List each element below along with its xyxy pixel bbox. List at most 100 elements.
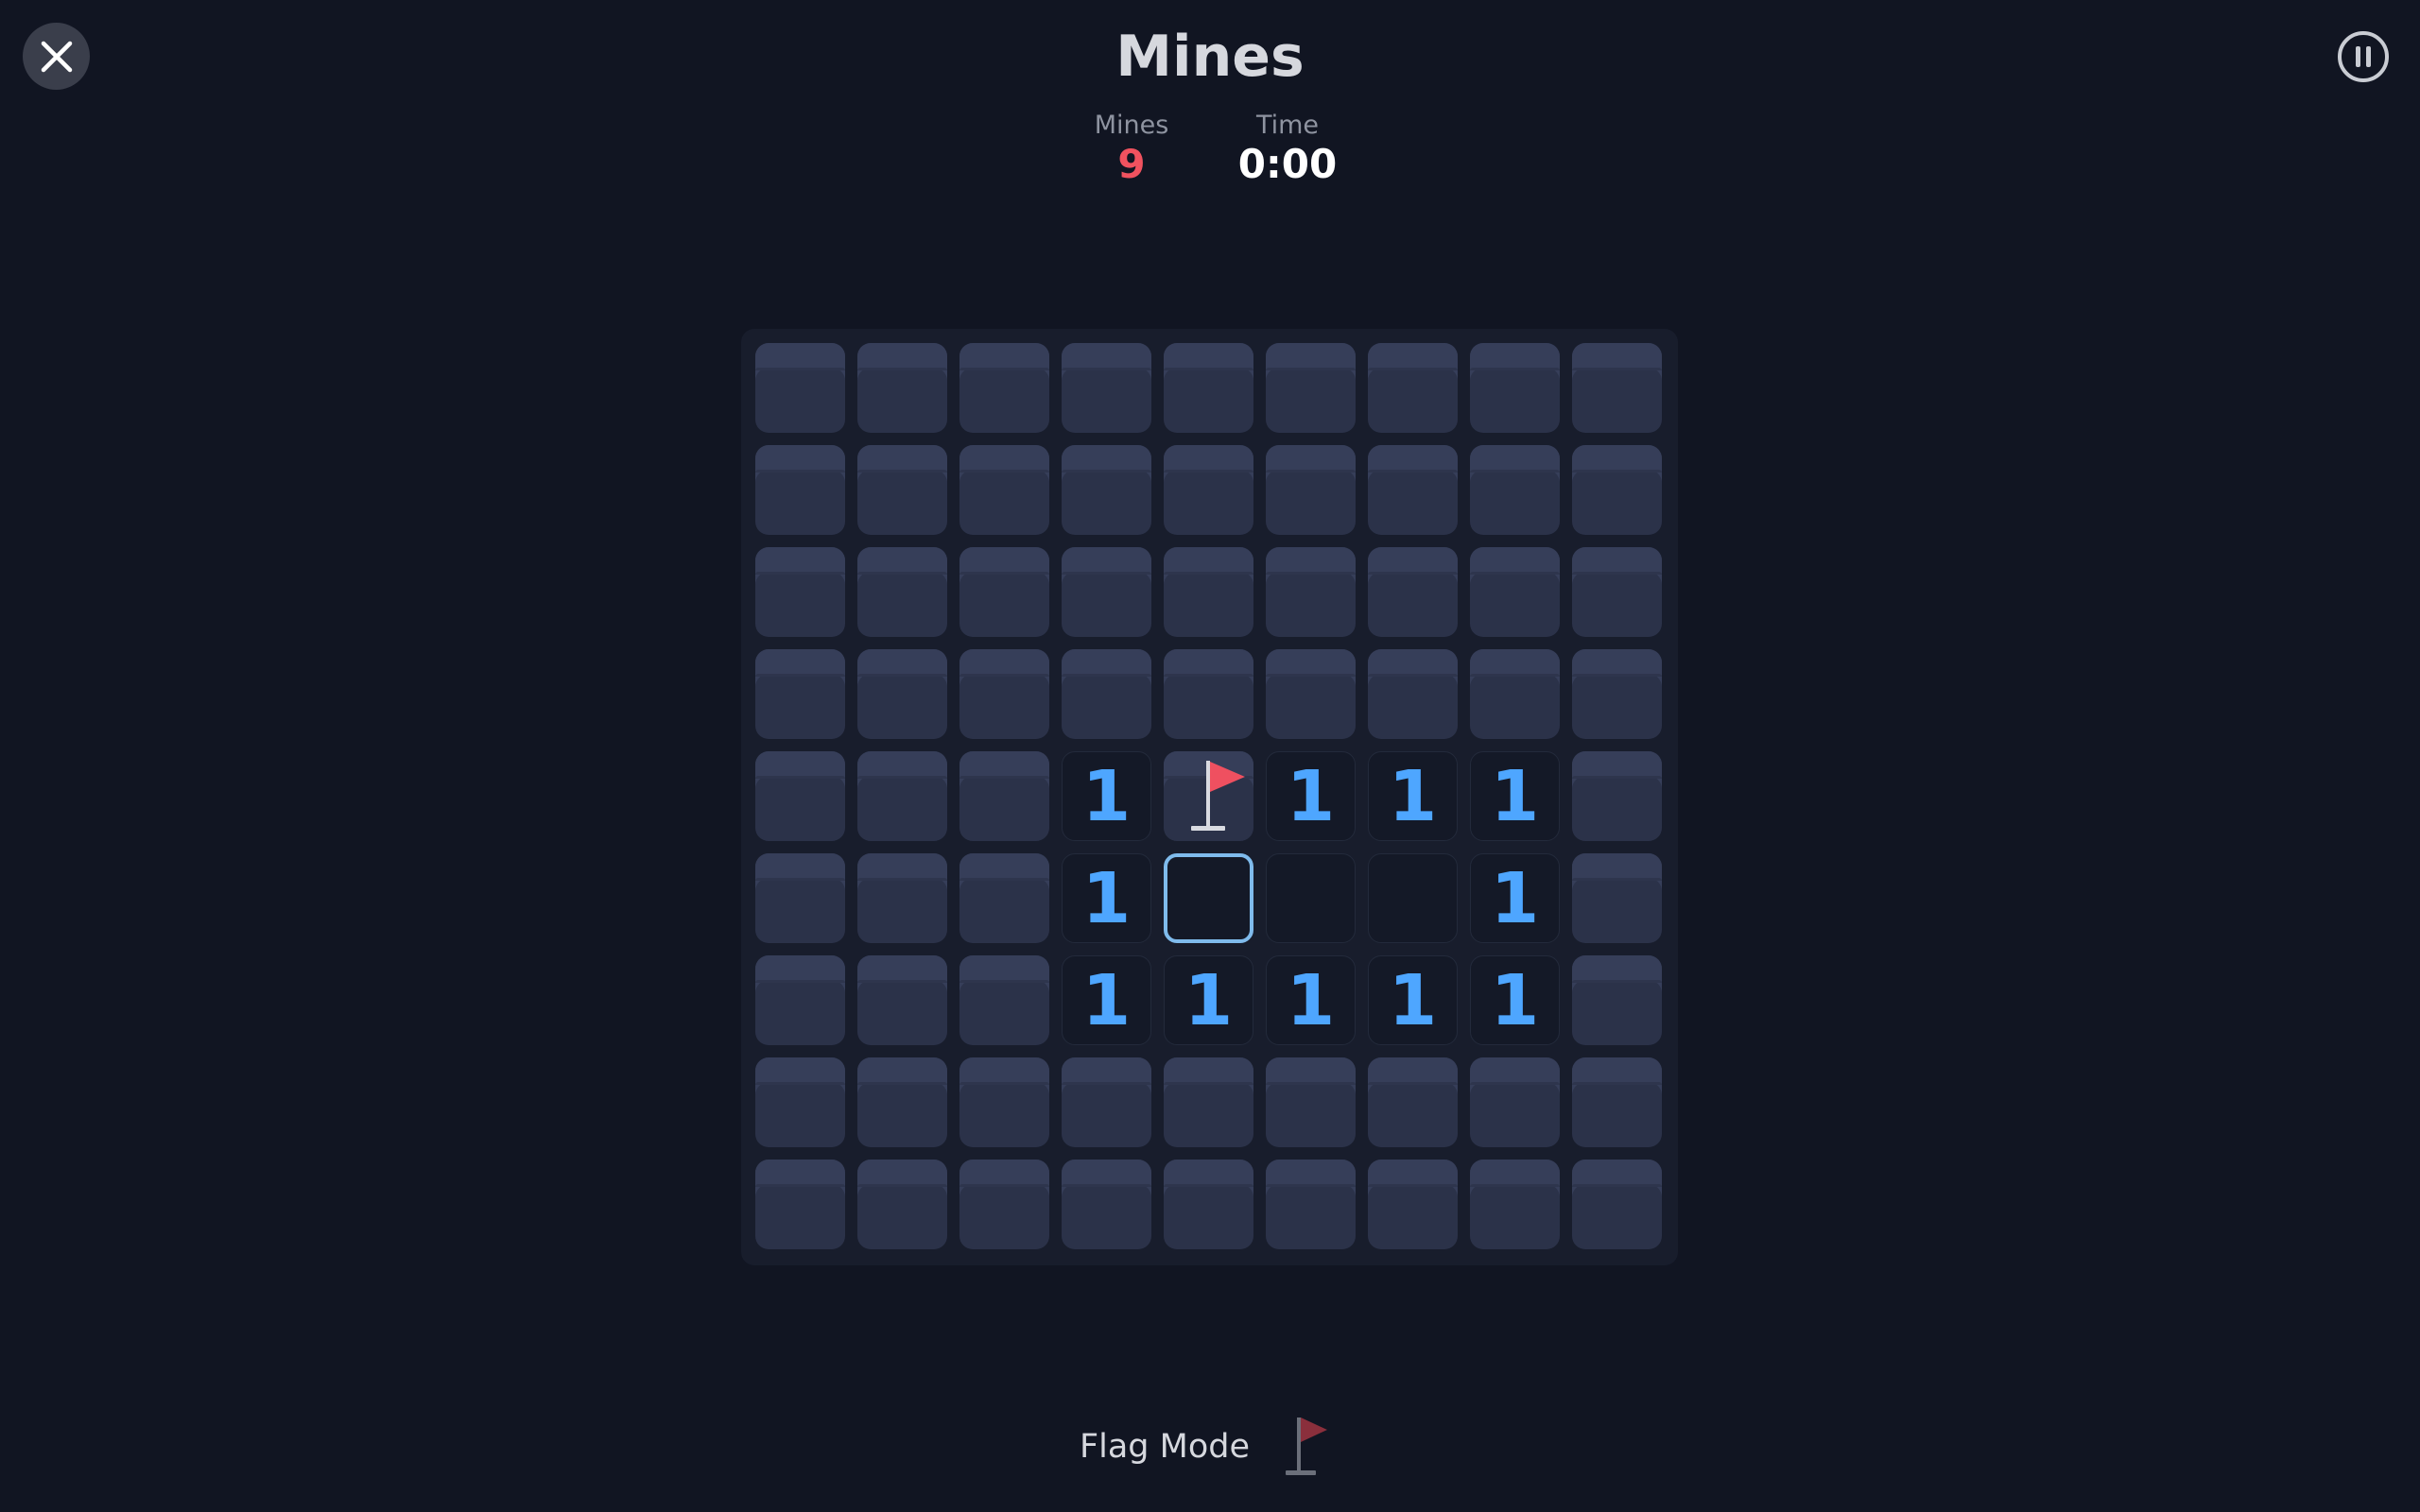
cell-hidden[interactable] xyxy=(755,751,845,841)
cell-number[interactable]: 1 xyxy=(1470,853,1560,943)
cell-revealed-empty[interactable] xyxy=(1266,853,1356,943)
cell-hidden[interactable] xyxy=(1368,1160,1458,1249)
cell-hidden[interactable] xyxy=(1266,649,1356,739)
cell-hidden[interactable] xyxy=(959,445,1049,535)
cell-hidden[interactable] xyxy=(1164,649,1253,739)
cell-number[interactable]: 1 xyxy=(1470,955,1560,1045)
cell-hidden[interactable] xyxy=(755,1057,845,1147)
cell-number-label: 1 xyxy=(1184,959,1234,1041)
flag-mode-label: Flag Mode xyxy=(1079,1428,1250,1466)
cell-hidden[interactable] xyxy=(755,955,845,1045)
cell-number[interactable]: 1 xyxy=(1266,955,1356,1045)
cell-hidden[interactable] xyxy=(1572,955,1662,1045)
cell-hidden[interactable] xyxy=(1164,1160,1253,1249)
cell-revealed-empty[interactable] xyxy=(1368,853,1458,943)
cell-hidden[interactable] xyxy=(1164,343,1253,433)
cell-hidden[interactable] xyxy=(1062,547,1151,637)
cell-hidden[interactable] xyxy=(755,1160,845,1249)
cell-hidden[interactable] xyxy=(1470,1160,1560,1249)
cell-number-label: 1 xyxy=(1490,755,1540,837)
cell-number-label: 1 xyxy=(1490,857,1540,939)
timer-value: 0:00 xyxy=(1237,141,1338,187)
cell-hidden[interactable] xyxy=(1572,853,1662,943)
cell-hidden[interactable] xyxy=(959,649,1049,739)
cell-hidden[interactable] xyxy=(857,1160,947,1249)
cell-hidden[interactable] xyxy=(755,445,845,535)
cell-number[interactable]: 1 xyxy=(1368,955,1458,1045)
cell-hidden[interactable] xyxy=(1470,343,1560,433)
page-title: Mines xyxy=(1115,24,1305,90)
cell-hidden[interactable] xyxy=(755,343,845,433)
cell-hidden[interactable] xyxy=(1470,445,1560,535)
cell-number[interactable]: 1 xyxy=(1164,955,1253,1045)
cell-hidden[interactable] xyxy=(1062,343,1151,433)
cell-hidden[interactable] xyxy=(1368,1057,1458,1147)
cell-number[interactable]: 1 xyxy=(1470,751,1560,841)
cell-hidden[interactable] xyxy=(857,1057,947,1147)
cell-number-label: 1 xyxy=(1081,959,1132,1041)
cell-hidden[interactable] xyxy=(755,649,845,739)
cell-hidden[interactable] xyxy=(755,853,845,943)
cell-number-label: 1 xyxy=(1081,857,1132,939)
cell-number[interactable]: 1 xyxy=(1062,853,1151,943)
cell-number-label: 1 xyxy=(1286,755,1336,837)
cell-hidden[interactable] xyxy=(1470,649,1560,739)
cell-hidden[interactable] xyxy=(857,751,947,841)
cell-hidden[interactable] xyxy=(959,343,1049,433)
cell-flagged[interactable] xyxy=(1164,751,1253,841)
pause-button[interactable] xyxy=(2337,30,2390,83)
cell-number-label: 1 xyxy=(1490,959,1540,1041)
cell-hidden[interactable] xyxy=(1062,445,1151,535)
cell-hidden[interactable] xyxy=(959,547,1049,637)
cell-hidden[interactable] xyxy=(959,853,1049,943)
mines-counter-value: 9 xyxy=(1117,141,1146,187)
cell-hidden[interactable] xyxy=(959,955,1049,1045)
cell-hidden[interactable] xyxy=(857,649,947,739)
cell-hidden[interactable] xyxy=(959,751,1049,841)
cell-hidden[interactable] xyxy=(1062,1160,1151,1249)
cell-number[interactable]: 1 xyxy=(1062,751,1151,841)
cell-hidden[interactable] xyxy=(1572,649,1662,739)
cell-hidden[interactable] xyxy=(1572,445,1662,535)
cell-hidden[interactable] xyxy=(959,1160,1049,1249)
cell-hidden[interactable] xyxy=(857,547,947,637)
flag-mode-toggle[interactable]: Flag Mode xyxy=(1080,1414,1340,1480)
cell-hidden[interactable] xyxy=(857,955,947,1045)
flag-icon xyxy=(1191,761,1245,831)
cell-hidden[interactable] xyxy=(1164,547,1253,637)
cell-hidden[interactable] xyxy=(1062,649,1151,739)
cell-hidden[interactable] xyxy=(1368,445,1458,535)
cell-number-label: 1 xyxy=(1081,755,1132,837)
cell-hidden[interactable] xyxy=(1266,1057,1356,1147)
cell-hidden[interactable] xyxy=(1572,1057,1662,1147)
cell-hidden[interactable] xyxy=(1266,343,1356,433)
cell-hidden[interactable] xyxy=(1572,343,1662,433)
cell-hidden[interactable] xyxy=(1266,445,1356,535)
cell-hidden[interactable] xyxy=(1062,1057,1151,1147)
cell-hidden[interactable] xyxy=(857,445,947,535)
cell-hidden[interactable] xyxy=(1368,649,1458,739)
cell-hidden[interactable] xyxy=(1572,1160,1662,1249)
cell-hidden[interactable] xyxy=(1266,547,1356,637)
cell-number[interactable]: 1 xyxy=(1368,751,1458,841)
cell-number[interactable]: 1 xyxy=(1062,955,1151,1045)
cell-number[interactable]: 1 xyxy=(1266,751,1356,841)
cell-hidden[interactable] xyxy=(1572,751,1662,841)
cell-hidden[interactable] xyxy=(857,853,947,943)
timer: Time 0:00 xyxy=(1212,110,1363,187)
cell-number-label: 1 xyxy=(1286,959,1336,1041)
cell-selected[interactable] xyxy=(1164,853,1253,943)
cell-hidden[interactable] xyxy=(959,1057,1049,1147)
cell-hidden[interactable] xyxy=(1266,1160,1356,1249)
cell-hidden[interactable] xyxy=(755,547,845,637)
cell-number-label: 1 xyxy=(1388,755,1438,837)
cell-hidden[interactable] xyxy=(1368,343,1458,433)
cell-hidden[interactable] xyxy=(857,343,947,433)
cell-hidden[interactable] xyxy=(1164,1057,1253,1147)
game-board: 11111111111 xyxy=(741,329,1678,1265)
cell-hidden[interactable] xyxy=(1572,547,1662,637)
cell-hidden[interactable] xyxy=(1470,1057,1560,1147)
cell-hidden[interactable] xyxy=(1470,547,1560,637)
cell-hidden[interactable] xyxy=(1164,445,1253,535)
cell-hidden[interactable] xyxy=(1368,547,1458,637)
